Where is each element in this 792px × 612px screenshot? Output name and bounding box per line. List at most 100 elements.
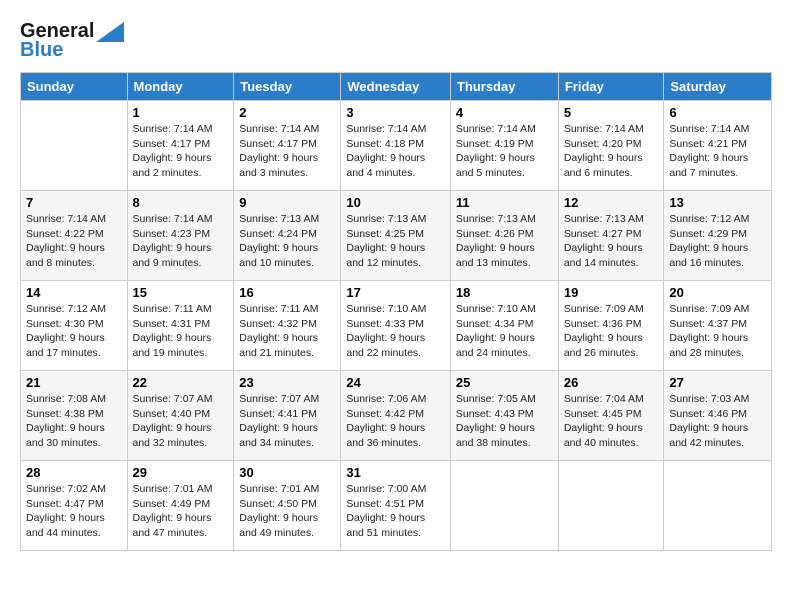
day-number: 2 (239, 105, 335, 120)
day-info: Sunrise: 7:12 AM Sunset: 4:29 PM Dayligh… (669, 212, 766, 271)
page-header: General Blue (20, 20, 772, 62)
calendar-cell: 18Sunrise: 7:10 AM Sunset: 4:34 PM Dayli… (450, 281, 558, 371)
day-header-wednesday: Wednesday (341, 73, 451, 101)
day-info: Sunrise: 7:14 AM Sunset: 4:21 PM Dayligh… (669, 122, 766, 181)
calendar-cell: 14 Sunrise: 7:12 AM Sunset: 4:30 PM Dayli… (21, 281, 128, 371)
day-info: Sunrise: 7:07 AM Sunset: 4:41 PM Dayligh… (239, 392, 335, 451)
calendar-header-row: SundayMondayTuesdayWednesdayThursdayFrid… (21, 73, 772, 101)
day-number: 5 (564, 105, 659, 120)
day-info: Sunrise: 7:13 AM Sunset: 4:26 PM Dayligh… (456, 212, 553, 271)
day-number: 4 (456, 105, 553, 120)
day-number: 16 (239, 285, 335, 300)
day-number: 7 (26, 195, 122, 210)
calendar-cell: 17 Sunrise: 7:10 AM Sunset: 4:33 PM Dayli… (341, 281, 451, 371)
calendar-cell: 1 Sunrise: 7:14 AM Sunset: 4:17 PM Daylig… (127, 101, 234, 191)
day-number: 11 (456, 195, 553, 210)
day-info: Sunrise: 7:01 AM Sunset: 4:50 PM Dayligh… (239, 482, 335, 541)
day-number: 30 (239, 465, 335, 480)
day-info: Sunrise: 7:05 AM Sunset: 4:43 PM Dayligh… (456, 392, 553, 451)
calendar-cell: 11 Sunrise: 7:13 AM Sunset: 4:26 PM Dayli… (450, 191, 558, 281)
day-number: 14 (26, 285, 122, 300)
calendar-week-row: 14 Sunrise: 7:12 AM Sunset: 4:30 PM Dayli… (21, 281, 772, 371)
day-number: 23 (239, 375, 335, 390)
day-info: Sunrise: 7:14 AM Sunset: 4:23 PM Dayligh… (133, 212, 229, 271)
day-info: Sunrise: 7:13 AM Sunset: 4:24 PM Dayligh… (239, 212, 335, 271)
day-info: Sunrise: 7:13 AM Sunset: 4:25 PM Dayligh… (346, 212, 445, 271)
day-info: Sunrise: 7:01 AM Sunset: 4:49 PM Dayligh… (133, 482, 229, 541)
calendar-week-row: 28Sunrise: 7:02 AM Sunset: 4:47 PM Dayli… (21, 461, 772, 551)
day-info: Sunrise: 7:11 AM Sunset: 4:32 PM Dayligh… (239, 302, 335, 361)
day-number: 24 (346, 375, 445, 390)
calendar-cell: 24 Sunrise: 7:06 AM Sunset: 4:42 PM Dayli… (341, 371, 451, 461)
calendar-cell: 9Sunrise: 7:13 AM Sunset: 4:24 PM Daylig… (234, 191, 341, 281)
calendar-cell: 23 Sunrise: 7:07 AM Sunset: 4:41 PM Dayli… (234, 371, 341, 461)
day-info: Sunrise: 7:14 AM Sunset: 4:17 PM Dayligh… (133, 122, 229, 181)
logo-bird-icon (96, 22, 124, 42)
day-header-sunday: Sunday (21, 73, 128, 101)
calendar-cell: 30 Sunrise: 7:01 AM Sunset: 4:50 PM Dayli… (234, 461, 341, 551)
calendar-cell: 7Sunrise: 7:14 AM Sunset: 4:22 PM Daylig… (21, 191, 128, 281)
day-number: 6 (669, 105, 766, 120)
calendar-cell: 2 Sunrise: 7:14 AM Sunset: 4:17 PM Daylig… (234, 101, 341, 191)
calendar-cell: 5 Sunrise: 7:14 AM Sunset: 4:20 PM Daylig… (558, 101, 664, 191)
day-info: Sunrise: 7:09 AM Sunset: 4:37 PM Dayligh… (669, 302, 766, 361)
day-number: 1 (133, 105, 229, 120)
day-info: Sunrise: 7:00 AM Sunset: 4:51 PM Dayligh… (346, 482, 445, 541)
day-number: 17 (346, 285, 445, 300)
day-number: 29 (133, 465, 229, 480)
day-header-saturday: Saturday (664, 73, 772, 101)
day-number: 21 (26, 375, 122, 390)
day-header-friday: Friday (558, 73, 664, 101)
day-number: 8 (133, 195, 229, 210)
day-number: 25 (456, 375, 553, 390)
calendar-cell: 29 Sunrise: 7:01 AM Sunset: 4:49 PM Dayli… (127, 461, 234, 551)
calendar-cell: 16 Sunrise: 7:11 AM Sunset: 4:32 PM Dayli… (234, 281, 341, 371)
day-number: 13 (669, 195, 766, 210)
day-info: Sunrise: 7:09 AM Sunset: 4:36 PM Dayligh… (564, 302, 659, 361)
calendar-cell: 4 Sunrise: 7:14 AM Sunset: 4:19 PM Daylig… (450, 101, 558, 191)
calendar-cell: 6 Sunrise: 7:14 AM Sunset: 4:21 PM Daylig… (664, 101, 772, 191)
calendar-cell (450, 461, 558, 551)
day-number: 10 (346, 195, 445, 210)
calendar-table: SundayMondayTuesdayWednesdayThursdayFrid… (20, 72, 772, 551)
calendar-cell: 13 Sunrise: 7:12 AM Sunset: 4:29 PM Dayli… (664, 191, 772, 281)
day-info: Sunrise: 7:11 AM Sunset: 4:31 PM Dayligh… (133, 302, 229, 361)
calendar-cell: 10 Sunrise: 7:13 AM Sunset: 4:25 PM Dayli… (341, 191, 451, 281)
calendar-cell: 20 Sunrise: 7:09 AM Sunset: 4:37 PM Dayli… (664, 281, 772, 371)
calendar-week-row: 1 Sunrise: 7:14 AM Sunset: 4:17 PM Daylig… (21, 101, 772, 191)
day-info: Sunrise: 7:10 AM Sunset: 4:33 PM Dayligh… (346, 302, 445, 361)
calendar-cell: 26 Sunrise: 7:04 AM Sunset: 4:45 PM Dayli… (558, 371, 664, 461)
calendar-cell (664, 461, 772, 551)
day-number: 22 (133, 375, 229, 390)
day-number: 20 (669, 285, 766, 300)
logo-blue: Blue (20, 39, 63, 62)
day-number: 19 (564, 285, 659, 300)
calendar-cell: 19 Sunrise: 7:09 AM Sunset: 4:36 PM Dayli… (558, 281, 664, 371)
day-header-tuesday: Tuesday (234, 73, 341, 101)
day-header-monday: Monday (127, 73, 234, 101)
day-info: Sunrise: 7:06 AM Sunset: 4:42 PM Dayligh… (346, 392, 445, 451)
calendar-cell: 28Sunrise: 7:02 AM Sunset: 4:47 PM Dayli… (21, 461, 128, 551)
day-number: 28 (26, 465, 122, 480)
calendar-cell: 15 Sunrise: 7:11 AM Sunset: 4:31 PM Dayli… (127, 281, 234, 371)
logo: General Blue (20, 20, 124, 62)
calendar-cell: 8 Sunrise: 7:14 AM Sunset: 4:23 PM Daylig… (127, 191, 234, 281)
day-info: Sunrise: 7:14 AM Sunset: 4:17 PM Dayligh… (239, 122, 335, 181)
calendar-cell: 31 Sunrise: 7:00 AM Sunset: 4:51 PM Dayli… (341, 461, 451, 551)
day-number: 15 (133, 285, 229, 300)
day-info: Sunrise: 7:04 AM Sunset: 4:45 PM Dayligh… (564, 392, 659, 451)
calendar-week-row: 21Sunrise: 7:08 AM Sunset: 4:38 PM Dayli… (21, 371, 772, 461)
day-info: Sunrise: 7:03 AM Sunset: 4:46 PM Dayligh… (669, 392, 766, 451)
day-number: 26 (564, 375, 659, 390)
calendar-cell: 3Sunrise: 7:14 AM Sunset: 4:18 PM Daylig… (341, 101, 451, 191)
day-info: Sunrise: 7:14 AM Sunset: 4:19 PM Dayligh… (456, 122, 553, 181)
day-number: 27 (669, 375, 766, 390)
day-number: 3 (346, 105, 445, 120)
day-info: Sunrise: 7:12 AM Sunset: 4:30 PM Dayligh… (26, 302, 122, 361)
day-info: Sunrise: 7:14 AM Sunset: 4:20 PM Dayligh… (564, 122, 659, 181)
day-number: 31 (346, 465, 445, 480)
calendar-cell: 27 Sunrise: 7:03 AM Sunset: 4:46 PM Dayli… (664, 371, 772, 461)
calendar-cell (558, 461, 664, 551)
calendar-week-row: 7Sunrise: 7:14 AM Sunset: 4:22 PM Daylig… (21, 191, 772, 281)
day-info: Sunrise: 7:13 AM Sunset: 4:27 PM Dayligh… (564, 212, 659, 271)
